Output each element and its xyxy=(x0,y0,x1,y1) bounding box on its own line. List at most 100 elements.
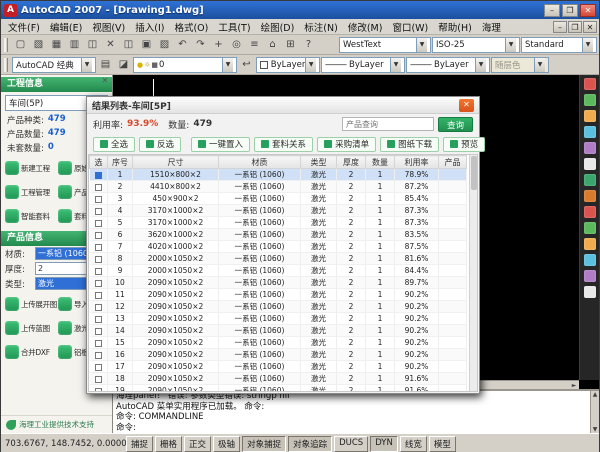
column-header[interactable]: 类型 xyxy=(301,156,337,169)
status-toggle[interactable]: 线宽 xyxy=(400,436,427,452)
table-row[interactable]: 182090×1050×2一系铝 (1060)激光2191.6% xyxy=(90,373,467,385)
chevron-down-icon[interactable]: ▼ xyxy=(475,58,486,72)
menu-item[interactable]: 工具(T) xyxy=(213,22,255,35)
row-checkbox[interactable] xyxy=(95,388,102,393)
menu-item[interactable]: 帮助(H) xyxy=(433,22,477,35)
dim-style-dropdown[interactable]: ISO-25 ▼ xyxy=(432,37,520,53)
column-header[interactable]: 厚度 xyxy=(337,156,366,169)
row-checkbox[interactable] xyxy=(95,220,102,227)
table-row[interactable]: 132090×1050×2一系铝 (1060)激光2190.2% xyxy=(90,313,467,325)
doc-close-icon[interactable]: ✕ xyxy=(583,21,597,33)
trim-icon[interactable] xyxy=(584,270,596,282)
chevron-down-icon[interactable]: ▼ xyxy=(222,58,233,72)
checkbox-cell[interactable] xyxy=(90,349,108,361)
scroll-thumb[interactable] xyxy=(471,156,477,190)
row-checkbox[interactable] xyxy=(95,268,102,275)
menu-item[interactable]: 编辑(E) xyxy=(45,22,87,35)
erase-icon[interactable] xyxy=(584,286,596,298)
rectangle-icon[interactable] xyxy=(584,142,596,154)
menu-item[interactable]: 标注(N) xyxy=(299,22,343,35)
plot-icon[interactable]: ▥ xyxy=(66,37,83,53)
dialog-close-icon[interactable]: ✕ xyxy=(459,99,474,112)
table-row[interactable]: 142090×1050×2一系铝 (1060)激光2190.2% xyxy=(90,325,467,337)
status-toggle[interactable]: 正交 xyxy=(184,436,211,452)
checkbox-cell[interactable] xyxy=(90,193,108,205)
menu-item[interactable]: 窗口(W) xyxy=(387,22,433,35)
command-line-window[interactable]: 海理panel！ 错误: 参数类型错误: stringp nilAutoCAD … xyxy=(113,389,599,433)
lineweight-dropdown[interactable]: ——— ByLayer ▼ xyxy=(406,57,490,73)
table-row[interactable]: 43170×1000×2一系铝 (1060)激光2187.3% xyxy=(90,205,467,217)
menu-item[interactable]: 视图(V) xyxy=(87,22,130,35)
nesting-relation-button[interactable]: 套料关系 xyxy=(254,137,313,152)
row-checkbox[interactable] xyxy=(95,184,102,191)
vertical-scrollbar[interactable]: ▲▼ xyxy=(590,391,599,433)
checkbox-cell[interactable] xyxy=(90,253,108,265)
insert-block-icon[interactable] xyxy=(584,190,596,202)
table-row[interactable]: 24410×800×2一系铝 (1060)激光2187.2% xyxy=(90,181,467,193)
menu-item[interactable]: 插入(I) xyxy=(130,22,169,35)
designcenter-icon[interactable]: ⌂ xyxy=(264,37,281,53)
purchase-list-button[interactable]: 采购清单 xyxy=(317,137,376,152)
row-checkbox[interactable] xyxy=(95,304,102,311)
dialog-title-bar[interactable]: 结果列表-车间[5P] ✕ xyxy=(87,97,479,114)
panel-close-icon[interactable]: ✕ xyxy=(100,76,110,86)
row-checkbox[interactable] xyxy=(95,196,102,203)
chevron-down-icon[interactable]: ▼ xyxy=(81,58,92,72)
new-icon[interactable]: ▢ xyxy=(12,37,29,53)
cut-icon[interactable]: ✕ xyxy=(102,37,119,53)
status-toggle[interactable]: DYN xyxy=(370,436,398,452)
upload-unfold-button[interactable]: 上传展开图 xyxy=(3,292,56,316)
layer-previous-icon[interactable]: ↩ xyxy=(238,57,255,73)
checkbox-cell[interactable] xyxy=(90,289,108,301)
row-checkbox[interactable] xyxy=(95,340,102,347)
chevron-down-icon[interactable]: ▼ xyxy=(390,58,401,72)
table-row[interactable]: 112090×1050×2一系铝 (1060)激光2190.2% xyxy=(90,289,467,301)
arc-icon[interactable] xyxy=(584,126,596,138)
linetype-dropdown[interactable]: ——— ByLayer ▼ xyxy=(321,57,405,73)
color-dropdown[interactable]: ByLayer ▼ xyxy=(256,57,320,73)
scroll-right-icon[interactable]: ► xyxy=(569,382,579,389)
upload-blueprint-button[interactable]: 上传蓝图 xyxy=(3,316,56,340)
table-row[interactable]: 3450×900×2一系铝 (1060)激光2185.4% xyxy=(90,193,467,205)
menu-item[interactable]: 格式(O) xyxy=(169,22,213,35)
doc-minimize-icon[interactable]: – xyxy=(553,21,567,33)
table-row[interactable]: 162090×1050×2一系铝 (1060)激光2190.2% xyxy=(90,349,467,361)
column-header[interactable]: 数量 xyxy=(366,156,395,169)
scroll-down-icon[interactable]: ▼ xyxy=(591,426,599,433)
row-checkbox[interactable] xyxy=(95,376,102,383)
status-toggle[interactable]: 对象捕捉 xyxy=(242,436,286,452)
row-checkbox[interactable] xyxy=(95,280,102,287)
merge-dxf-button[interactable]: 合并DXF xyxy=(3,340,56,364)
undo-icon[interactable]: ↶ xyxy=(174,37,191,53)
chevron-down-icon[interactable]: ▼ xyxy=(505,38,516,52)
row-checkbox[interactable] xyxy=(95,244,102,251)
circle-icon[interactable] xyxy=(584,110,596,122)
checkbox-cell[interactable] xyxy=(90,265,108,277)
checkbox-cell[interactable] xyxy=(90,325,108,337)
toolbar-grip[interactable] xyxy=(4,38,8,52)
row-checkbox[interactable] xyxy=(95,256,102,263)
row-checkbox[interactable] xyxy=(95,316,102,323)
checkbox-cell[interactable] xyxy=(90,169,108,181)
plot-preview-icon[interactable]: ◫ xyxy=(84,37,101,53)
zoom-icon[interactable]: ◎ xyxy=(228,37,245,53)
smart-nesting-button[interactable]: 智能套料 xyxy=(3,204,56,228)
row-checkbox[interactable] xyxy=(95,352,102,359)
table-row[interactable]: 172090×1050×2一系铝 (1060)激光2190.2% xyxy=(90,361,467,373)
table-row[interactable]: 152090×1050×2一系铝 (1060)激光2190.2% xyxy=(90,337,467,349)
checkbox-cell[interactable] xyxy=(90,277,108,289)
checkbox-cell[interactable] xyxy=(90,205,108,217)
hatch-icon[interactable] xyxy=(584,174,596,186)
table-row[interactable]: 63620×1000×2一系铝 (1060)激光2183.5% xyxy=(90,229,467,241)
project-manage-button[interactable]: 工程管理 xyxy=(3,180,56,204)
status-toggle[interactable]: 栅格 xyxy=(155,436,182,452)
table-row[interactable]: 74020×1000×2一系铝 (1060)激光2187.5% xyxy=(90,241,467,253)
dimension-icon[interactable] xyxy=(584,222,596,234)
row-checkbox[interactable] xyxy=(95,328,102,335)
product-search-input[interactable] xyxy=(342,117,434,131)
mtext-icon[interactable] xyxy=(584,206,596,218)
menu-item[interactable]: 修改(M) xyxy=(343,22,388,35)
status-toggle[interactable]: 极轴 xyxy=(213,436,240,452)
make-object-layer-icon[interactable]: ◪ xyxy=(115,57,132,73)
table-row[interactable]: 53170×1000×2一系铝 (1060)激光2187.3% xyxy=(90,217,467,229)
